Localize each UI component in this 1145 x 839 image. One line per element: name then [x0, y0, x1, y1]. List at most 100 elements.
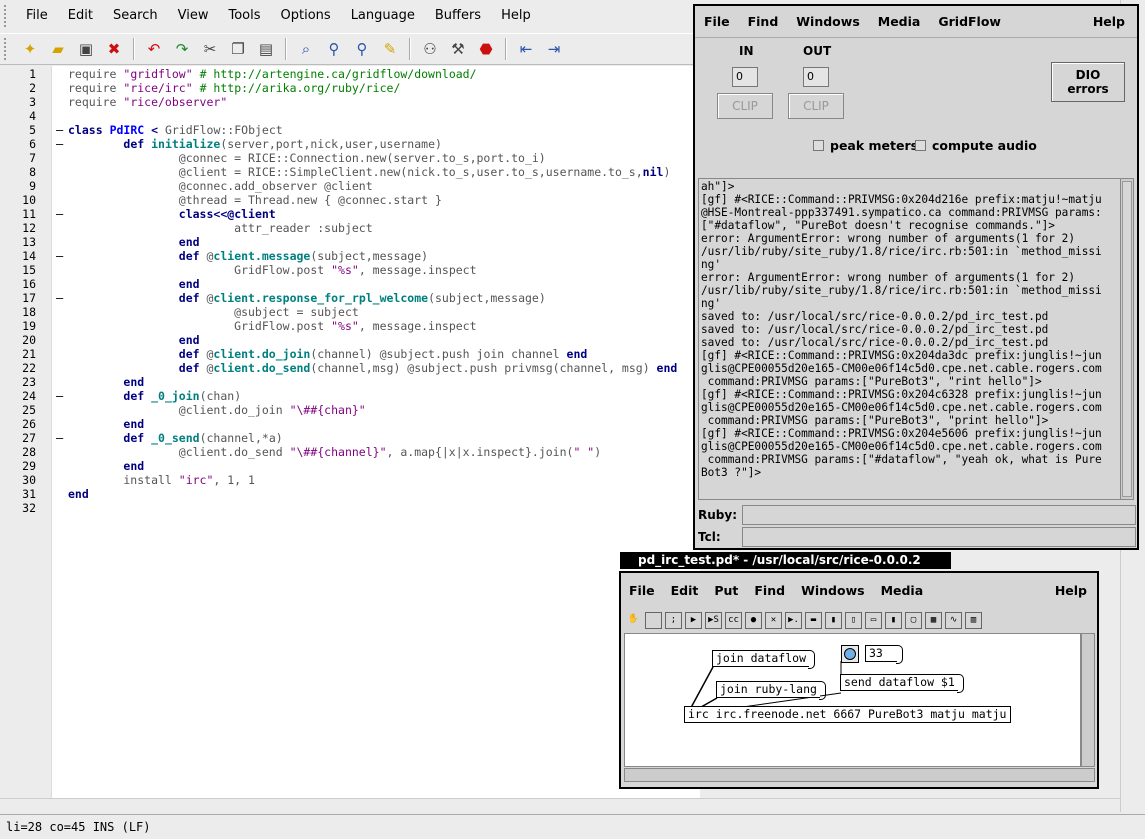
find-in-files-icon[interactable]: ⚇ [417, 36, 443, 62]
patch-window-title[interactable]: pd_irc_test.pd* - /usr/local/src/rice-0.… [620, 552, 951, 569]
menu-search[interactable]: Search [103, 0, 168, 32]
menu-help[interactable]: Help [491, 0, 541, 32]
patch-horizontal-scrollbar[interactable] [624, 768, 1095, 782]
new-file-icon[interactable]: ✦ [17, 36, 43, 62]
code-line: require "rice/observer" [68, 95, 228, 109]
menu-view[interactable]: View [168, 0, 219, 32]
find-icon[interactable]: ⌕ [293, 36, 319, 62]
patch-toolbar-button[interactable]: ▶ [685, 611, 702, 629]
patch-menu-put[interactable]: Put [706, 583, 746, 598]
line-number: 20 [22, 333, 36, 347]
line-number: 25 [22, 403, 36, 417]
pd-menu-help[interactable]: Help [1084, 14, 1137, 29]
patch-menu-windows[interactable]: Windows [793, 583, 873, 598]
menu-edit[interactable]: Edit [58, 0, 103, 32]
menubar-grip[interactable] [4, 5, 12, 27]
patch-toolbar-button[interactable]: ▯ [845, 611, 862, 629]
line-number: 27 [22, 431, 36, 445]
line-number: 5 [29, 123, 36, 137]
code-line: end [178, 277, 200, 291]
stop-icon[interactable]: ⬣ [473, 36, 499, 62]
close-icon[interactable]: ✖ [101, 36, 127, 62]
fold-marker-icon[interactable]: – [56, 137, 63, 151]
patch-menu-media[interactable]: Media [873, 583, 932, 598]
patch-toolbar-button[interactable]: cc [725, 611, 742, 629]
console-scrollbar[interactable] [1120, 179, 1133, 499]
irc-object[interactable]: irc irc.freenode.net 6667 PureBot3 matju… [684, 706, 1011, 723]
toolbar-grip[interactable] [4, 38, 12, 60]
join-dataflow-message[interactable]: join dataflow [712, 650, 816, 669]
fold-marker-icon[interactable]: – [56, 207, 63, 221]
console-line: glis@CPE00055d20e165-CM00e06f14c5d0.cpe.… [701, 362, 1102, 375]
patch-toolbar-button[interactable] [645, 611, 662, 629]
number-box[interactable]: 33 [865, 645, 903, 664]
patch-toolbar-button[interactable]: ▦ [925, 611, 942, 629]
next-buffer-icon[interactable]: ⇥ [541, 36, 567, 62]
pd-menu-find[interactable]: Find [739, 14, 788, 29]
fold-marker-icon[interactable]: – [56, 123, 63, 137]
patch-canvas[interactable]: join dataflow 33 join ruby-lang send dat… [624, 633, 1081, 767]
patch-toolbar-button[interactable]: ▶. [785, 611, 802, 629]
patch-menu-edit[interactable]: Edit [663, 583, 707, 598]
editor-horizontal-scrollbar[interactable] [0, 798, 1120, 812]
patch-toolbar-button[interactable]: ▮ [825, 611, 842, 629]
patch-toolbar-button[interactable]: ; [665, 611, 682, 629]
console-line: [gf] #<RICE::Command::PRIVMSG:0x204d216e… [701, 193, 1102, 206]
menu-tools[interactable]: Tools [218, 0, 270, 32]
paste-icon[interactable]: ▤ [253, 36, 279, 62]
join-ruby-lang-message[interactable]: join ruby-lang [716, 681, 826, 700]
undo-icon[interactable]: ↶ [141, 36, 167, 62]
patch-toolbar-button[interactable]: ▭ [865, 611, 882, 629]
cut-icon[interactable]: ✂ [197, 36, 223, 62]
previous-buffer-icon[interactable]: ⇤ [513, 36, 539, 62]
line-number: 32 [22, 501, 36, 515]
tcl-input[interactable] [742, 527, 1136, 547]
copy-icon[interactable]: ❐ [225, 36, 251, 62]
redo-icon[interactable]: ↷ [169, 36, 195, 62]
out-clip-button[interactable]: CLIP [788, 93, 844, 119]
console-scroll-thumb[interactable] [1122, 181, 1132, 497]
console-line: /usr/lib/ruby/site_ruby/1.8/rice/irc.rb:… [701, 284, 1102, 297]
pd-menu-media[interactable]: Media [869, 14, 930, 29]
edit-mode-hand-icon[interactable]: ✋ [625, 611, 642, 629]
save-icon[interactable]: ▣ [73, 36, 99, 62]
patch-toolbar-button[interactable]: ● [745, 611, 762, 629]
in-clip-button[interactable]: CLIP [717, 93, 773, 119]
patch-toolbar-button[interactable]: ∿ [945, 611, 962, 629]
patch-toolbar-button[interactable]: ▮ [885, 611, 902, 629]
zoom-out-icon[interactable]: ⚲ [349, 36, 375, 62]
menu-options[interactable]: Options [271, 0, 341, 32]
patch-toolbar-button[interactable]: ▬ [805, 611, 822, 629]
peak-meters-checkbox[interactable]: peak meters [813, 138, 918, 153]
code-editor[interactable]: 1 2 3 4 5 6 7 8 9 10 11 12 13 14 15 16 17 18 19 20 21 22 23 24 2… [0, 66, 700, 798]
patch-toolbar-button[interactable]: ▥ [965, 611, 982, 629]
patch-vertical-scrollbar[interactable] [1081, 633, 1095, 767]
open-folder-icon[interactable]: ▰ [45, 36, 71, 62]
patch-toolbar-button[interactable]: ✕ [765, 611, 782, 629]
pd-menu-gridflow[interactable]: GridFlow [929, 14, 1010, 29]
replace-icon[interactable]: ✎ [377, 36, 403, 62]
patch-menu-find[interactable]: Find [746, 583, 793, 598]
send-dataflow-message[interactable]: send dataflow $1 [840, 674, 964, 693]
compute-audio-checkbox[interactable]: compute audio [915, 138, 1037, 153]
pd-console[interactable]: ah"]> [gf] #<RICE::Command::PRIVMSG:0x204… [698, 178, 1134, 500]
zoom-in-icon[interactable]: ⚲ [321, 36, 347, 62]
build-icon[interactable]: ⚒ [445, 36, 471, 62]
patch-menu-file[interactable]: File [621, 583, 663, 598]
fold-marker-icon[interactable]: – [56, 431, 63, 445]
fold-marker-icon[interactable]: – [56, 389, 63, 403]
patch-toolbar-button[interactable]: ▶S [705, 611, 722, 629]
dio-errors-button[interactable]: DIO errors [1051, 62, 1125, 102]
patch-toolbar-button[interactable]: ▢ [905, 611, 922, 629]
patch-menu-help[interactable]: Help [1047, 583, 1097, 598]
menu-file[interactable]: File [16, 0, 58, 32]
ruby-input[interactable] [742, 505, 1136, 525]
fold-marker-icon[interactable]: – [56, 291, 63, 305]
menu-language[interactable]: Language [341, 0, 425, 32]
menu-buffers[interactable]: Buffers [425, 0, 491, 32]
pd-menu-file[interactable]: File [695, 14, 739, 29]
fold-marker-icon[interactable]: – [56, 249, 63, 263]
dio-label: DIO [1075, 68, 1101, 82]
pd-menu-windows[interactable]: Windows [787, 14, 869, 29]
bang-object[interactable] [841, 645, 859, 663]
